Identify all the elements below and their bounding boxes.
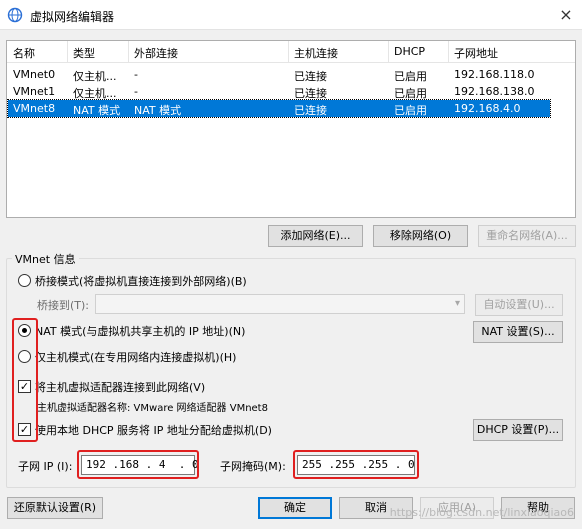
col-external[interactable]: 外部连接 — [134, 45, 178, 61]
col-type[interactable]: 类型 — [73, 45, 95, 61]
adapter-name-text: 主机虚拟适配器名称: VMware 网络适配器 VMnet8 — [37, 403, 268, 414]
chevron-down-icon: ▾ — [454, 298, 460, 309]
rename-network-button[interactable]: 重命名网络(A)... — [478, 225, 576, 247]
subnet-ip-label: 子网 IP (I): — [18, 460, 73, 473]
remove-network-button[interactable]: 移除网络(O) — [373, 225, 468, 247]
subnet-mask-label: 子网掩码(M): — [220, 460, 286, 473]
ok-button[interactable]: 确定 — [258, 497, 332, 519]
table-row-selected[interactable]: VMnet8 NAT 模式 NAT 模式 已连接 已启用 192.168.4.0 — [7, 99, 551, 118]
dhcp-settings-button[interactable]: DHCP 设置(P)... — [473, 419, 563, 441]
table-row[interactable]: VMnet0 仅主机... - 已连接 已启用 192.168.118.0 — [8, 66, 550, 83]
nat-label: NAT 模式(与虚拟机共享主机的 IP 地址)(N) — [35, 325, 246, 338]
bridged-label: 桥接模式(将虚拟机直接连接到外部网络)(B) — [35, 275, 247, 288]
highlight-annotation-options — [12, 318, 38, 442]
title-bar: 虚拟网络编辑器 × — [0, 0, 582, 30]
close-icon[interactable]: × — [556, 5, 576, 25]
add-network-button[interactable]: 添加网络(E)... — [268, 225, 363, 247]
col-host[interactable]: 主机连接 — [294, 45, 338, 61]
nat-settings-button[interactable]: NAT 设置(S)... — [473, 321, 563, 343]
bridge-to-select[interactable]: ▾ — [95, 294, 465, 314]
col-dhcp[interactable]: DHCP — [394, 45, 425, 58]
bridge-to-label: 桥接到(T): — [37, 299, 90, 312]
col-name[interactable]: 名称 — [13, 45, 35, 61]
connect-adapter-label: 将主机虚拟适配器连接到此网络(V) — [35, 381, 206, 394]
auto-settings-button[interactable]: 自动设置(U)... — [475, 294, 563, 316]
network-table[interactable]: 名称 类型 外部连接 主机连接 DHCP 子网地址 VMnet0 仅主机... … — [6, 40, 576, 218]
host-only-label: 仅主机模式(在专用网络内连接虚拟机)(H) — [35, 351, 237, 364]
group-title: VMnet 信息 — [12, 251, 79, 267]
highlight-annotation-subnet-ip — [77, 450, 199, 479]
bridged-radio[interactable] — [18, 274, 31, 287]
network-globe-icon — [7, 7, 23, 23]
table-header: 名称 类型 外部连接 主机连接 DHCP 子网地址 — [7, 41, 575, 63]
watermark: https://blog.csdn.net/linxiaoqiao6 — [389, 506, 574, 519]
col-subnet[interactable]: 子网地址 — [454, 45, 498, 61]
restore-defaults-button[interactable]: 还原默认设置(R) — [7, 497, 103, 519]
window-title: 虚拟网络编辑器 — [30, 10, 115, 24]
table-row[interactable]: VMnet1 仅主机... - 已连接 已启用 192.168.138.0 — [8, 83, 550, 100]
highlight-annotation-subnet-mask — [293, 450, 419, 479]
use-dhcp-label: 使用本地 DHCP 服务将 IP 地址分配给虚拟机(D) — [35, 424, 272, 437]
